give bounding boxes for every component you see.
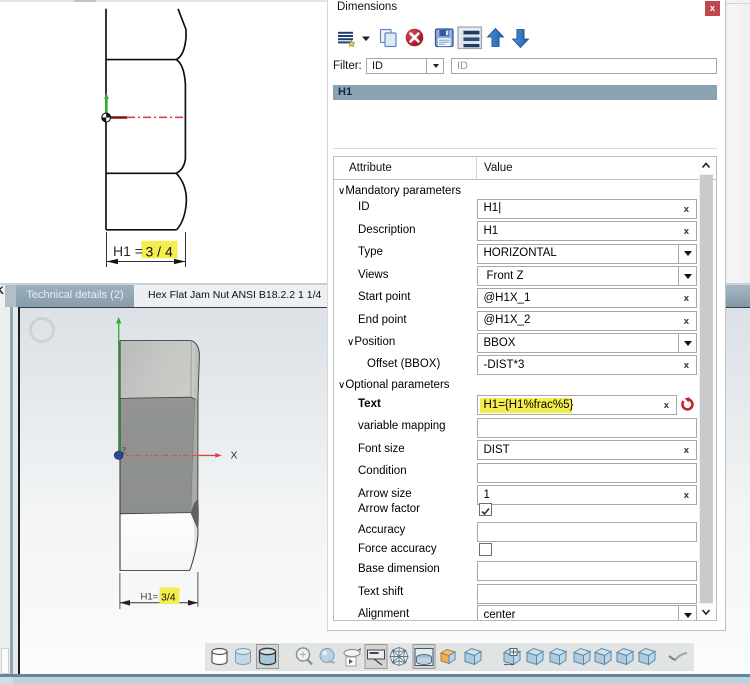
svg-text:H1=: H1=: [141, 592, 159, 603]
svg-text:X: X: [231, 450, 238, 462]
svg-text:H1 =: H1 =: [113, 243, 143, 259]
svg-text:3 / 4: 3 / 4: [146, 244, 173, 260]
svg-text:3/4: 3/4: [161, 592, 176, 604]
